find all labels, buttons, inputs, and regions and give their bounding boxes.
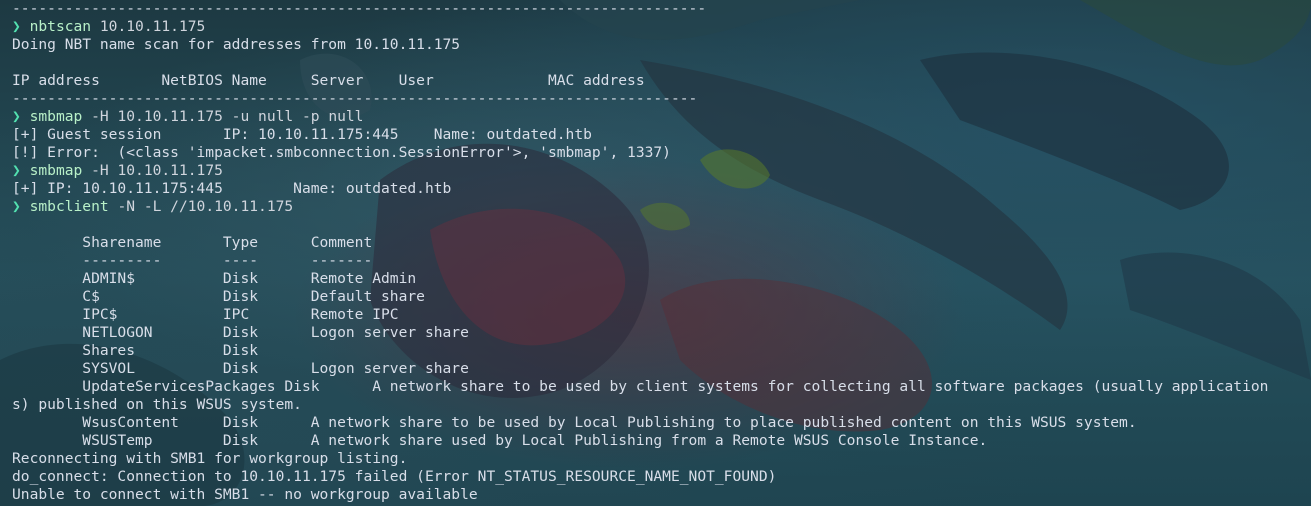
command-args: -N -L //10.10.11.175 bbox=[108, 198, 294, 215]
output-line: IP address NetBIOS Name Server User MAC … bbox=[12, 72, 645, 89]
command-args: -H 10.10.11.175 bbox=[82, 162, 223, 179]
output-line: [!] Error: (<class 'impacket.smbconnecti… bbox=[12, 144, 671, 161]
output-line: IPC$ IPC Remote IPC bbox=[12, 306, 399, 323]
output-line: WsusContent Disk A network share to be u… bbox=[12, 414, 1137, 431]
command-name: smbmap bbox=[29, 162, 83, 179]
output-line: --------- ---- ------- bbox=[12, 252, 373, 269]
output-line: ----------------------------------------… bbox=[12, 0, 707, 17]
output-line: [+] Guest session IP: 10.10.11.175:445 N… bbox=[12, 126, 592, 143]
output-line: NETLOGON Disk Logon server share bbox=[12, 324, 469, 341]
command-name: smbmap bbox=[29, 108, 83, 125]
output-line: Sharename Type Comment bbox=[12, 234, 373, 251]
output-line: WSUSTemp Disk A network share used by Lo… bbox=[12, 432, 988, 449]
output-line: Unable to connect with SMB1 -- no workgr… bbox=[12, 486, 478, 503]
prompt-icon: ❯ bbox=[12, 198, 21, 215]
output-line: UpdateServicesPackages Disk A network sh… bbox=[12, 378, 1269, 395]
terminal-output[interactable]: ----------------------------------------… bbox=[0, 0, 1311, 504]
command-args: 10.10.11.175 bbox=[91, 18, 206, 35]
command-args: -H 10.10.11.175 -u null -p null bbox=[82, 108, 364, 125]
output-line: SYSVOL Disk Logon server share bbox=[12, 360, 469, 377]
output-line: [+] IP: 10.10.11.175:445 Name: outdated.… bbox=[12, 180, 452, 197]
command-line: ❯ nbtscan 10.10.11.175 bbox=[12, 18, 1311, 36]
prompt-icon: ❯ bbox=[12, 18, 21, 35]
output-line: Shares Disk bbox=[12, 342, 259, 359]
output-line: s) published on this WSUS system. bbox=[12, 396, 302, 413]
command-line: ❯ smbclient -N -L //10.10.11.175 bbox=[12, 198, 1311, 216]
output-line: do_connect: Connection to 10.10.11.175 f… bbox=[12, 468, 777, 485]
command-name: smbclient bbox=[29, 198, 109, 215]
output-line: Doing NBT name scan for addresses from 1… bbox=[12, 36, 461, 53]
output-line: ADMIN$ Disk Remote Admin bbox=[12, 270, 417, 287]
output-line: C$ Disk Default share bbox=[12, 288, 425, 305]
command-line: ❯ smbmap -H 10.10.11.175 -u null -p null bbox=[12, 108, 1311, 126]
command-line: ❯ smbmap -H 10.10.11.175 bbox=[12, 162, 1311, 180]
command-name: nbtscan bbox=[29, 18, 92, 35]
prompt-icon: ❯ bbox=[12, 108, 21, 125]
output-line: Reconnecting with SMB1 for workgroup lis… bbox=[12, 450, 408, 467]
prompt-icon: ❯ bbox=[12, 162, 21, 179]
output-line: ----------------------------------------… bbox=[12, 90, 698, 107]
